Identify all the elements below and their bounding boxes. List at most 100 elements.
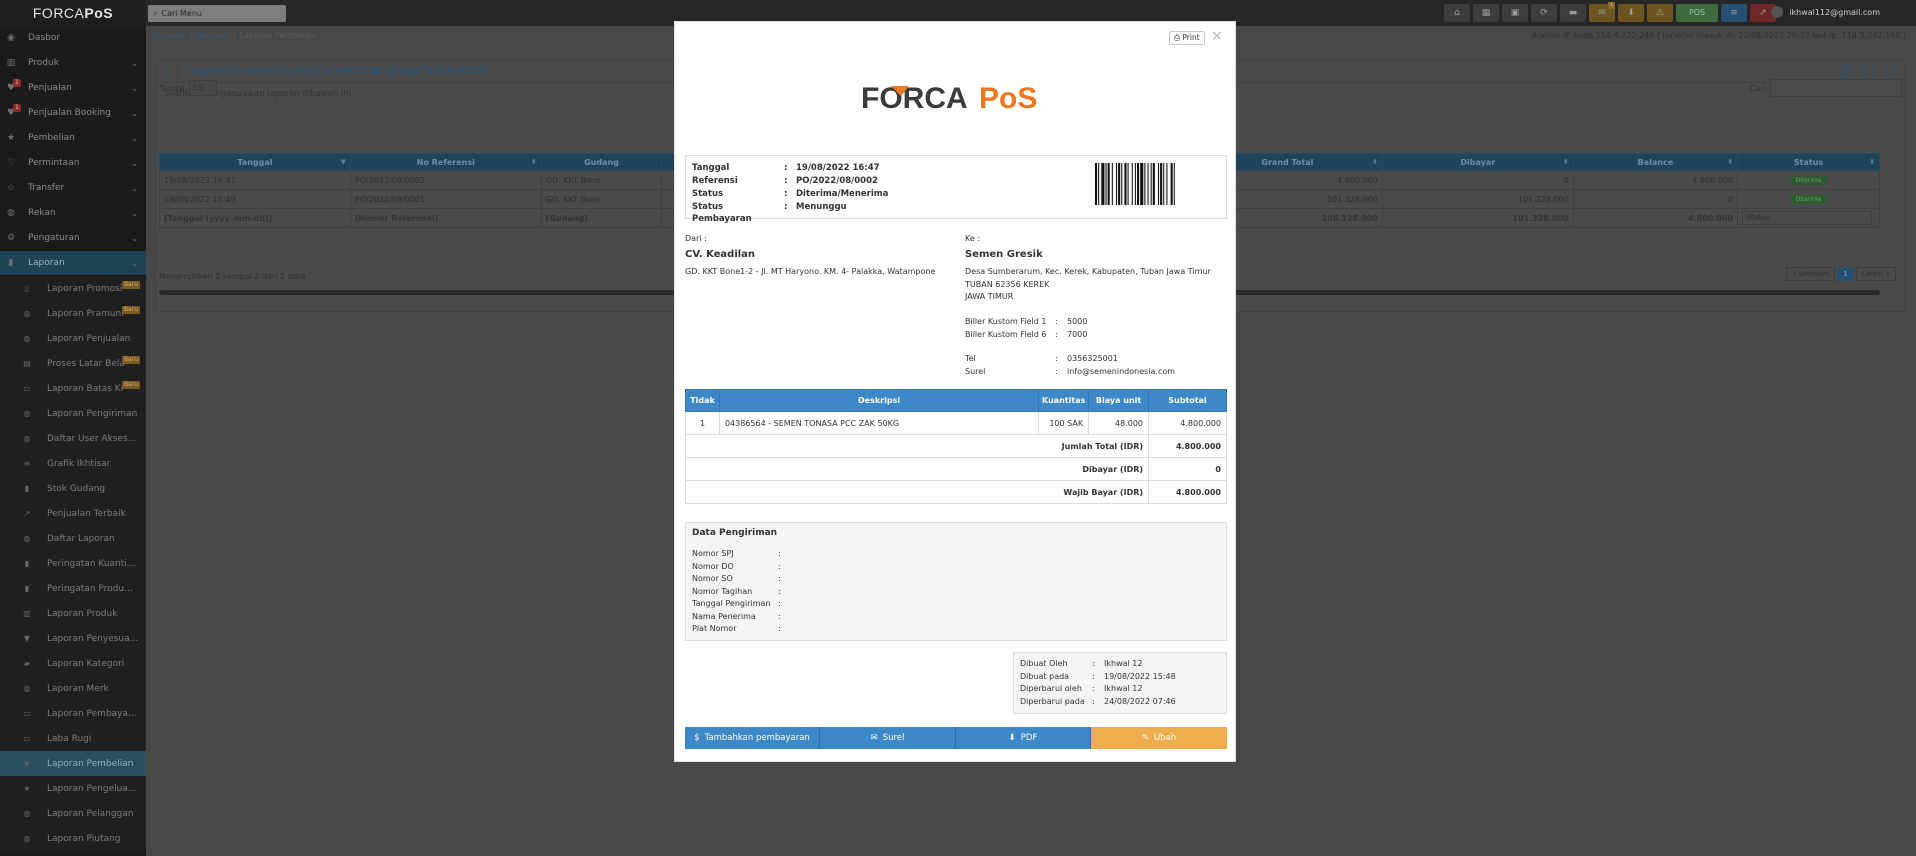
sidebar-item-label: Penjualan (28, 83, 72, 93)
barcode-bar (1163, 163, 1165, 205)
sidebar-item-penjualan[interactable]: ♥ 1 Penjualan ⌄ (0, 76, 146, 101)
report-icon: ▯ (24, 284, 30, 293)
col-balance[interactable]: Balance ⬍ (1572, 153, 1739, 171)
sidebar-item-pengaturan[interactable]: ⚙ Pengaturan ⌄ (0, 226, 146, 251)
sidebar-subitem-laba-rugi[interactable]: ▭ Laba Rugi (0, 726, 146, 751)
sidebar-item-produk[interactable]: ▥ Produk ⌄ (0, 51, 146, 76)
shipping-field-value (790, 548, 890, 561)
contact-value: 0356325001 (1067, 354, 1118, 363)
page-length-select[interactable]: 50 (188, 80, 217, 96)
user-menu[interactable]: ikhwal112@gmail.com (1771, 6, 1880, 18)
filter-ref[interactable]: [Nomor Referensi] (349, 208, 542, 228)
sidebar-subitem-proses-latar-bela[interactable]: ▤ Proses Latar Bela Baru (0, 351, 146, 376)
sidebar-item-dasbor[interactable]: ◉ Dasbor (0, 26, 146, 51)
calculator-icon[interactable]: ▦ (1473, 4, 1499, 22)
sidebar-subitem-laporan-pengelua[interactable]: ★ Laporan Pengelua... (0, 776, 146, 801)
shipping-colon: : (778, 574, 781, 583)
sidebar-subitem-laporan-produk[interactable]: ▥ Laporan Produk (0, 601, 146, 626)
edit-button[interactable]: ✎ Ubah (1091, 727, 1227, 749)
col-dibayar[interactable]: Dibayar ⬍ (1381, 153, 1574, 171)
sidebar-subitem-stok-gudang[interactable]: ▮ Stok Gudang (0, 476, 146, 501)
list-icon[interactable]: ≡ (1721, 4, 1747, 22)
purchase-info: Tanggal:19/08/2022 16:47 Referensi: PO/202… (692, 162, 926, 225)
sidebar-subitem-laporan-promosi[interactable]: ▯ Laporan Promosi Baru (0, 276, 146, 301)
sidebar-subitem-label: Stok Gudang (47, 483, 106, 494)
collapse-icon[interactable]: ▴ (1884, 66, 1896, 78)
sidebar-subitem-daftar-laporan[interactable]: ◍ Daftar Laporan (0, 526, 146, 551)
col-referensi[interactable]: No Referensi ⬍ (349, 153, 542, 171)
add-payment-button[interactable]: $ Tambahkan pembayaran (685, 727, 820, 749)
sidebar-item-rekan[interactable]: ◍ Rekan ⌄ (0, 201, 146, 226)
address-line: Desa Sumberarum, Kec. Kerek, Kabupaten, … (965, 267, 1211, 276)
barcode-bar (1166, 163, 1168, 205)
users-icon: ◍ (7, 208, 15, 218)
sidebar-item-laporan[interactable]: ▮ Laporan ⌄ (0, 251, 146, 276)
table-search-input[interactable] (1770, 79, 1902, 97)
pdf-button[interactable]: ⬇ PDF (956, 727, 1091, 749)
sidebar-item-pembelian[interactable]: ★ Pembelian ⌄ (0, 126, 146, 151)
sidebar-subitem-peringatan-kuanti[interactable]: ▮ Peringatan Kuanti... (0, 551, 146, 576)
info-colon: : (784, 189, 788, 199)
status-badge: Diterima (1790, 195, 1827, 204)
status-filter-select[interactable]: Status (1742, 211, 1873, 225)
sidebar-subitem-laporan-pramuni[interactable]: ◍ Laporan Pramuni Baru (0, 301, 146, 326)
sidebar-subitem-laporan-penjualan[interactable]: ◍ Laporan Penjualan (0, 326, 146, 351)
customer-address: Desa Sumberarum, Kec. Kerek, Kabupaten, … (965, 266, 1227, 304)
sidebar-subitem-laporan-piutang[interactable]: ◍ Laporan Piutang (0, 826, 146, 851)
pager-page[interactable]: 1 (1837, 267, 1854, 281)
filter-gudang[interactable]: [Gudang] (540, 208, 663, 228)
col-biaya-unit: Biaya unit (1088, 389, 1150, 412)
sidebar-subitem-laporan-merk[interactable]: ◍ Laporan Merk (0, 676, 146, 701)
report-icon: ★ (23, 759, 31, 768)
email-button[interactable]: ✉ Surel (820, 727, 956, 749)
sync-icon[interactable]: ⟳ (1531, 4, 1557, 22)
ip-info: Alamat IP Anda 114.4.222.246 ( terakhir … (1531, 31, 1906, 40)
sidebar-subitem-laporan-batas-kr[interactable]: ▭ Laporan Batas Kr Baru (0, 376, 146, 401)
sidebar-subitem-laporan-pelanggan[interactable]: ◍ Laporan Pelanggan (0, 801, 146, 826)
info-colon: : (784, 202, 788, 212)
sidebar-item-penjualan-booking[interactable]: ♥ 1 Penjualan Booking ⌄ (0, 101, 146, 126)
sidebar-item-label: Penjualan Booking (28, 108, 111, 118)
col-tanggal[interactable]: Tanggal ▼ (159, 153, 351, 171)
sidebar-subitem-label: Laporan Penyesua... (47, 633, 139, 644)
sidebar-subitem-daftar-user-akses[interactable]: ◍ Daftar User Akses... (0, 426, 146, 451)
pager-next[interactable]: Lanjut » (1855, 267, 1896, 281)
gift-icon[interactable]: ✉ 1 (1589, 2, 1615, 22)
close-icon[interactable]: × (1211, 28, 1223, 44)
page-title: Laporan Pembelian Dari 01/08/2022 Hingga… (190, 66, 487, 77)
calendar-icon[interactable]: ▣ (1502, 4, 1528, 22)
sidebar-subitem-penjualan-terbaik[interactable]: ↗ Penjualan Terbaik (0, 501, 146, 526)
pos-button[interactable]: POS (1676, 4, 1718, 22)
download-icon[interactable]: ⬇ (1618, 4, 1644, 22)
warning-icon[interactable]: ⚠ (1647, 4, 1673, 22)
custom-field-key: Biller Kustom Field 1 (965, 317, 1047, 326)
sidebar-subitem-laporan-kategori[interactable]: ▰ Laporan Kategori (0, 651, 146, 676)
image-export-icon[interactable]: ▾ (1862, 66, 1874, 78)
breadcrumb-laporan[interactable]: Laporan (196, 31, 229, 40)
report-icon: ▰ (23, 659, 31, 668)
flag-icon[interactable]: ▬ (1560, 4, 1586, 22)
sidebar-subitem-peringatan-produ[interactable]: ▮ Peringatan Produ... (0, 576, 146, 601)
sidebar-item-transfer[interactable]: ☆ Transfer ⌄ (0, 176, 146, 201)
sidebar-subitem-grafik-ikhtisar[interactable]: ≡ Grafik Ikhtisar (0, 451, 146, 476)
shipping-field-value (790, 573, 890, 586)
sidebar-subitem-laporan-penyesua[interactable]: ▼ Laporan Penyesua... (0, 626, 146, 651)
breadcrumb-home[interactable]: Beranda (152, 31, 186, 40)
chevron-down-icon: ⌄ (131, 58, 138, 68)
print-button[interactable]: ⎙ Print (1169, 31, 1205, 45)
home-icon[interactable]: ⌂ (1444, 4, 1470, 22)
sidebar-item-permintaan[interactable]: ♡ Permintaan ⌄ (0, 151, 146, 176)
sidebar-subitem-laporan-pengiriman[interactable]: ◍ Laporan Pengiriman (0, 401, 146, 426)
sidebar-subitem-laporan-pembelian[interactable]: ★ Laporan Pembelian (0, 751, 146, 776)
barcode-bar (1160, 163, 1163, 205)
filter-tanggal[interactable]: [Tanggal (yyyy-mm-dd)] (159, 208, 351, 228)
col-status[interactable]: Status ⬍ (1737, 153, 1880, 171)
sidebar-subitem-laporan-pembaya[interactable]: ▭ Laporan Pembaya... (0, 701, 146, 726)
cell-balance: 0 (1572, 189, 1739, 209)
sidebar-subitem-label: Peringatan Produ... (47, 583, 133, 594)
brand-logo[interactable]: FORCAPoS (0, 0, 146, 26)
col-gudang[interactable]: Gudang (540, 153, 663, 171)
pager-prev[interactable]: « Sebelum (1786, 267, 1836, 281)
menu-search-input[interactable]: ⌕ Cari Menu (148, 5, 286, 22)
xls-export-icon[interactable]: ▾ (1840, 66, 1852, 78)
